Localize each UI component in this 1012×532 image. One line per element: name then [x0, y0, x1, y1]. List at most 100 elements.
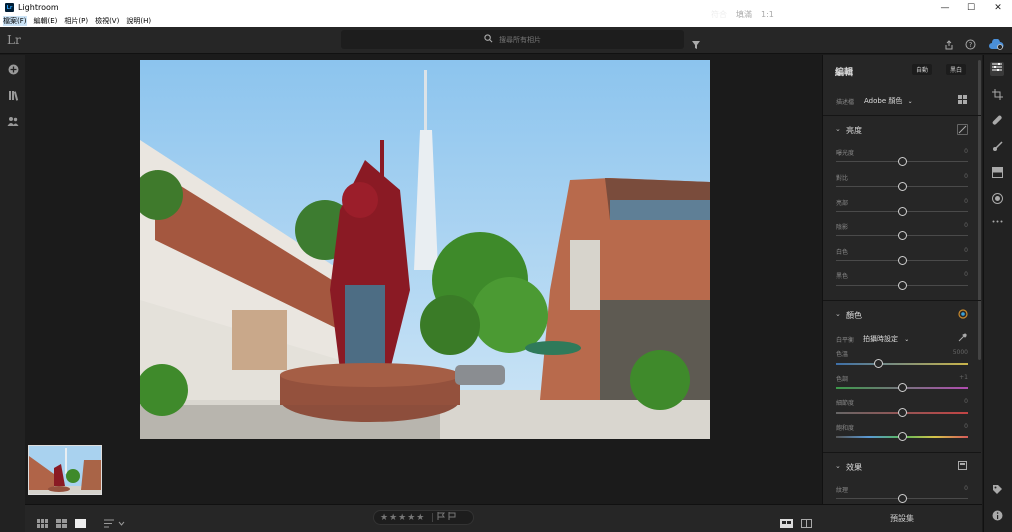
window-title: Lightroom — [18, 3, 59, 12]
help-icon[interactable]: ? — [965, 35, 976, 50]
slider-value[interactable]: 0 — [940, 148, 968, 155]
slider-label: 色溫 — [836, 351, 849, 358]
slider-thumb[interactable] — [898, 432, 907, 441]
temperature-slider[interactable] — [836, 363, 968, 365]
search-icon — [484, 33, 493, 46]
share-icon[interactable] — [944, 35, 954, 50]
info-icon[interactable] — [990, 510, 1004, 524]
presets-button[interactable]: 預設集 — [822, 504, 982, 532]
star-rating[interactable]: ★★★★★ — [380, 513, 425, 523]
brush-icon[interactable] — [990, 141, 1004, 155]
slider-thumb[interactable] — [898, 207, 907, 216]
rating-divider — [432, 513, 434, 522]
maximize-button[interactable]: ☐ — [958, 0, 984, 15]
menu-photo[interactable]: 相片(P) — [64, 16, 88, 26]
slider-value[interactable]: 0 — [940, 173, 968, 180]
menu-bar: 檔案(F) 編輯(E) 相片(P) 檢視(V) 說明(H) — [0, 15, 1012, 27]
search-placeholder: 搜尋所有相片 — [499, 35, 541, 44]
slider-value[interactable]: 0 — [940, 398, 968, 405]
linear-gradient-icon[interactable] — [990, 167, 1004, 181]
wb-label: 白平衡 — [836, 337, 855, 344]
detail-view-icon[interactable] — [75, 513, 86, 528]
sort-icon[interactable] — [104, 513, 126, 528]
healing-icon[interactable] — [990, 115, 1004, 129]
search-input[interactable]: 搜尋所有相片 — [341, 30, 684, 49]
profile-label: 描述檔 — [836, 99, 855, 106]
slider-thumb[interactable] — [898, 231, 907, 240]
slider-value[interactable]: 0 — [940, 247, 968, 254]
auto-button[interactable]: 自動 — [912, 64, 933, 75]
library-icon[interactable] — [7, 90, 19, 102]
close-button[interactable]: ✕ — [985, 0, 1011, 15]
radial-gradient-icon[interactable] — [990, 193, 1004, 207]
tone-curve-icon[interactable] — [957, 124, 968, 135]
vignette-icon[interactable] — [957, 461, 968, 472]
slider-label: 曝光度 — [836, 150, 855, 157]
title-bar: Lr Lightroom — ☐ ✕ — [0, 0, 1012, 15]
main-photo[interactable] — [140, 60, 710, 439]
filmstrip — [25, 440, 822, 497]
menu-edit[interactable]: 編輯(E) — [34, 16, 58, 26]
slider-value[interactable]: 0 — [940, 271, 968, 278]
effects-section-title[interactable]: 效果 — [846, 462, 862, 473]
chevron-down-icon: ⌄ — [907, 98, 913, 105]
chevron-down-icon[interactable]: ⌄ — [835, 310, 841, 318]
lightroom-logo: Lr — [7, 33, 21, 47]
wb-value: 拍攝時設定 — [863, 335, 898, 343]
fit-zoom-option[interactable]: 符合 — [711, 0, 727, 28]
panel-scrollbar[interactable] — [978, 60, 981, 360]
before-after-icon[interactable] — [801, 513, 812, 528]
people-icon[interactable] — [7, 116, 19, 128]
slider-value[interactable]: 0 — [940, 485, 968, 492]
light-section-title[interactable]: 亮度 — [846, 125, 862, 136]
tag-icon[interactable] — [990, 484, 1004, 498]
profile-dropdown[interactable]: Adobe 顏色 ⌄ — [864, 96, 913, 106]
menu-file[interactable]: 檔案(F) — [3, 16, 27, 26]
filmstrip-thumbnail[interactable] — [28, 445, 102, 495]
profile-browser-icon[interactable] — [957, 95, 968, 106]
slider-label: 亮部 — [836, 200, 849, 207]
slider-value[interactable]: 0 — [940, 423, 968, 430]
slider-thumb[interactable] — [898, 408, 907, 417]
svg-text:?: ? — [969, 41, 973, 49]
eyedropper-icon[interactable] — [957, 333, 968, 344]
square-grid-icon[interactable] — [56, 513, 67, 528]
slider-thumb[interactable] — [898, 383, 907, 392]
slider-thumb[interactable] — [898, 494, 907, 503]
add-photo-icon[interactable] — [7, 64, 19, 76]
slider-label: 色調 — [836, 376, 849, 383]
minimize-button[interactable]: — — [932, 0, 958, 15]
slider-value[interactable]: 5000 — [940, 349, 968, 356]
crop-icon[interactable] — [990, 89, 1004, 103]
chevron-down-icon[interactable]: ⌄ — [835, 462, 841, 470]
slider-label: 白色 — [836, 249, 849, 256]
cloud-sync-icon[interactable] — [988, 35, 1004, 50]
slider-value[interactable]: +1 — [940, 374, 968, 381]
reject-flag-icon[interactable] — [448, 512, 456, 523]
color-section-title[interactable]: 顏色 — [846, 310, 862, 321]
slider-thumb[interactable] — [898, 281, 907, 290]
compare-view-icon[interactable] — [780, 513, 793, 528]
filter-icon[interactable] — [691, 35, 701, 49]
more-icon[interactable] — [990, 216, 1004, 230]
menu-help[interactable]: 說明(H) — [126, 16, 151, 26]
rating-flag-control[interactable]: ★★★★★ — [373, 510, 474, 525]
menu-view[interactable]: 檢視(V) — [95, 16, 119, 26]
color-mixer-icon[interactable] — [957, 309, 968, 320]
slider-value[interactable]: 0 — [940, 222, 968, 229]
bw-button[interactable]: 黑白 — [946, 64, 967, 75]
fill-zoom-option[interactable]: 填滿 — [736, 0, 752, 28]
slider-thumb[interactable] — [898, 256, 907, 265]
white-balance-dropdown[interactable]: 拍攝時設定 ⌄ — [863, 334, 909, 344]
slider-thumb[interactable] — [898, 182, 907, 191]
slider-thumb[interactable] — [898, 157, 907, 166]
grid-view-icon[interactable] — [37, 513, 48, 528]
slider-value[interactable]: 0 — [940, 198, 968, 205]
one-to-one-zoom-option[interactable]: 1:1 — [761, 0, 774, 28]
slider-label: 飽和度 — [836, 425, 855, 432]
flag-icon[interactable] — [437, 512, 446, 523]
edit-sliders-icon[interactable] — [990, 62, 1004, 76]
chevron-down-icon[interactable]: ⌄ — [835, 125, 841, 133]
slider-thumb[interactable] — [874, 359, 883, 368]
section-divider — [823, 452, 981, 453]
